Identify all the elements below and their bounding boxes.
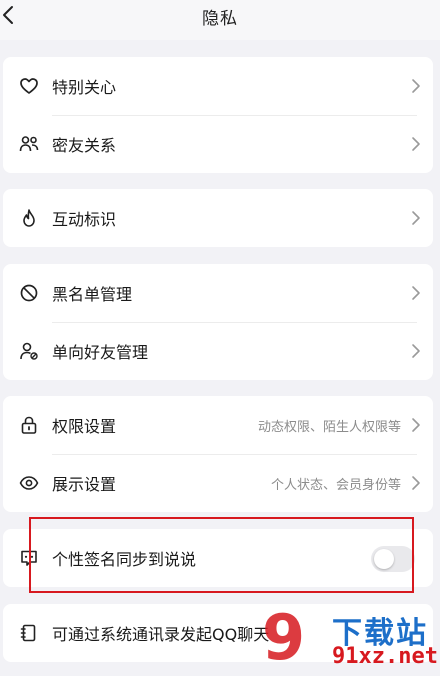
chevron-right-icon <box>412 476 420 490</box>
heart-icon <box>20 78 38 94</box>
setting-label: 黑名单管理 <box>52 285 133 304</box>
chevron-right-icon <box>412 79 420 93</box>
chevron-right-icon <box>412 137 420 151</box>
setting-interaction-badge[interactable]: 互动标识 <box>3 189 433 247</box>
setting-label: 互动标识 <box>52 210 117 229</box>
setting-label: 权限设置 <box>52 417 117 436</box>
setting-one-way-friends[interactable]: 单向好友管理 <box>3 322 433 380</box>
page-title: 隐私 <box>202 9 238 29</box>
setting-hint: 个人状态、会员身份等 <box>270 478 401 493</box>
settings-group-permissions: 权限设置 动态权限、陌生人权限等 展示设置 个人状态、会员身份等 <box>3 396 433 512</box>
setting-special-care[interactable]: 特别关心 <box>3 57 433 115</box>
eye-icon <box>19 476 39 490</box>
chevron-right-icon <box>412 286 420 300</box>
highlight-box <box>29 517 414 593</box>
watermark-domain: 91xz.net <box>332 644 438 669</box>
watermark-logo-mark: 9 <box>262 601 306 674</box>
setting-label: 单向好友管理 <box>52 343 149 362</box>
one-way-friend-icon <box>20 342 38 360</box>
chevron-right-icon <box>412 418 420 432</box>
setting-label: 可通过系统通讯录发起QQ聊天 <box>52 625 270 644</box>
site-watermark: 9 下载站 91xz.net <box>262 600 440 676</box>
setting-permissions[interactable]: 权限设置 动态权限、陌生人权限等 <box>3 396 433 454</box>
setting-label: 密友关系 <box>52 136 117 155</box>
setting-label: 展示设置 <box>52 475 117 494</box>
flame-icon <box>23 209 35 227</box>
chevron-right-icon <box>412 344 420 358</box>
nav-bar: 隐私 <box>0 0 440 40</box>
chevron-right-icon <box>412 211 420 225</box>
settings-group-block: 黑名单管理 单向好友管理 <box>3 264 433 380</box>
block-icon <box>20 284 38 302</box>
settings-group-interaction: 互动标识 <box>3 189 433 247</box>
setting-close-friends[interactable]: 密友关系 <box>3 115 433 173</box>
setting-hint: 动态权限、陌生人权限等 <box>257 420 401 435</box>
contacts-book-icon <box>20 624 36 642</box>
settings-group-care: 特别关心 密友关系 <box>3 57 433 173</box>
close-friends-icon <box>19 136 39 152</box>
lock-icon <box>21 416 37 434</box>
setting-display[interactable]: 展示设置 个人状态、会员身份等 <box>3 454 433 512</box>
setting-blacklist[interactable]: 黑名单管理 <box>3 264 433 322</box>
setting-label: 特别关心 <box>52 78 117 97</box>
